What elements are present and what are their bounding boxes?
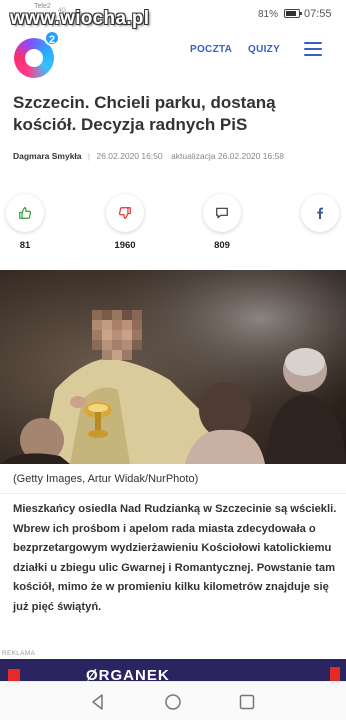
hamburger-icon[interactable] <box>304 42 322 56</box>
updated-label: aktualizacja <box>171 151 216 161</box>
article-photo[interactable] <box>0 270 346 464</box>
published-date: 26.02.2020 16:50 <box>96 151 163 161</box>
thumbs-down-icon <box>118 207 131 219</box>
ad-decoration <box>8 669 20 681</box>
battery-percent: 81% <box>258 9 279 20</box>
clock: 07:55 <box>304 8 332 20</box>
photo-caption: (Getty Images, Artur Widak/NurPhoto) <box>13 473 199 485</box>
logo-superscript: 2 <box>44 30 60 46</box>
comments-button[interactable]: 809 <box>203 194 241 251</box>
reactions-bar: 81 1960 809 <box>0 194 346 254</box>
thumbs-down-button[interactable]: 1960 <box>106 194 144 251</box>
comment-icon <box>216 207 228 219</box>
back-icon[interactable] <box>89 693 107 711</box>
system-navbar <box>0 681 346 720</box>
site-header: 2 POCZTA QUIZY <box>0 26 346 80</box>
photo-image <box>0 270 346 464</box>
thumbs-up-count: 81 <box>19 240 31 251</box>
facebook-share-button[interactable] <box>301 194 339 232</box>
battery-icon <box>284 9 302 18</box>
screen: Tele2 4G 81% 07:55 www.wiocha.pl 2 POCZT… <box>0 0 346 720</box>
article-meta: Dagmara Smykła | 26.02.2020 16:50 aktual… <box>13 151 343 161</box>
author-name[interactable]: Dagmara Smykła <box>13 151 82 161</box>
thumbs-up-button[interactable]: 81 <box>6 194 44 251</box>
ad-brand: ØRGANEK <box>86 667 170 681</box>
nav-poczta-link[interactable]: POCZTA <box>190 44 232 55</box>
divider <box>0 493 346 494</box>
comments-count: 809 <box>214 240 230 251</box>
meta-separator: | <box>87 151 91 161</box>
thumbs-down-count: 1960 <box>114 240 136 251</box>
updated-date: 26.02.2020 16:58 <box>217 151 285 161</box>
ad-label: REKLAMA <box>2 650 36 657</box>
home-icon[interactable] <box>164 693 182 711</box>
article-title: Szczecin. Chcieli parku, dostaną kościół… <box>13 93 276 134</box>
nav-quizy-link[interactable]: QUIZY <box>248 44 280 55</box>
recents-icon[interactable] <box>238 693 256 711</box>
ad-decoration <box>330 667 340 681</box>
thumbs-up-icon <box>19 207 32 219</box>
article-lead: Mieszkańcy osiedla Nad Rudzianką w Szcze… <box>13 503 337 613</box>
ad-banner[interactable]: ØRGANEK <box>0 659 346 681</box>
watermark: www.wiocha.pl <box>10 8 150 29</box>
facebook-icon <box>317 207 324 219</box>
